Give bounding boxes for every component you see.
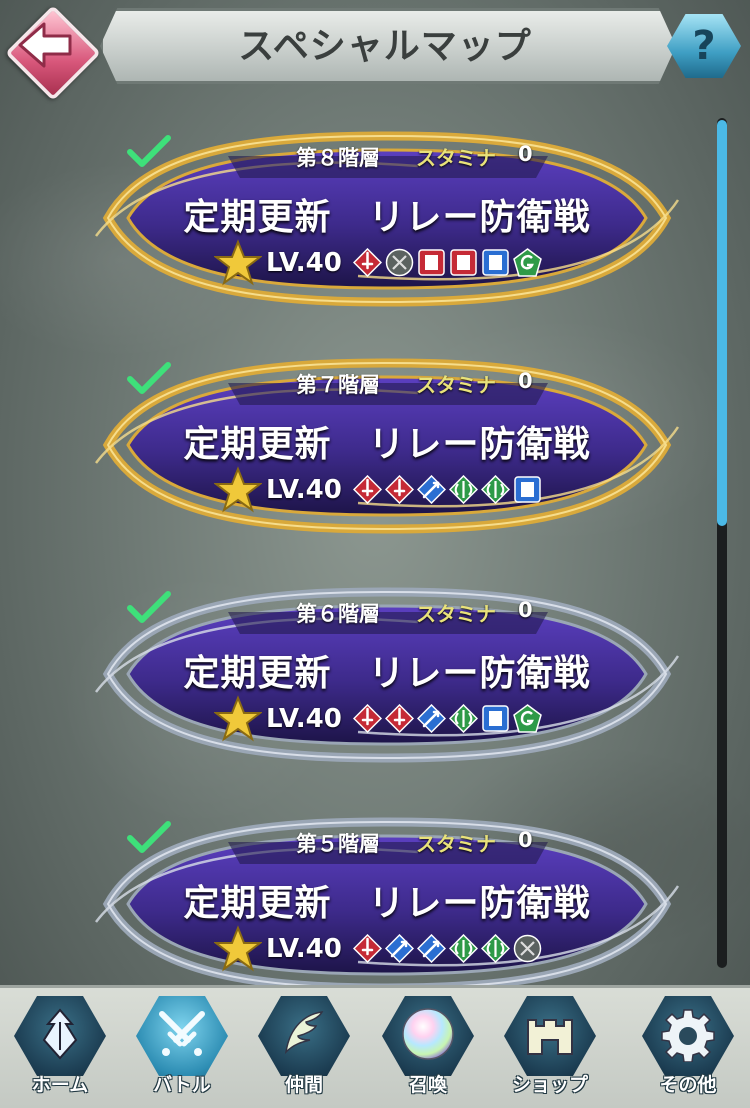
star-icon xyxy=(214,925,262,972)
level-label: LV.40 xyxy=(266,934,342,964)
frame-header-strip xyxy=(228,842,548,864)
wing-icon xyxy=(284,1011,324,1055)
level-label: LV.40 xyxy=(266,248,342,278)
star-icon xyxy=(214,695,262,742)
nav-shop[interactable]: ショップ xyxy=(490,992,610,1102)
star-icon xyxy=(214,466,262,513)
green-axe-icon xyxy=(449,475,478,504)
check-icon xyxy=(127,362,171,394)
frame-header-strip xyxy=(228,612,548,634)
stamina-value: 0 xyxy=(518,828,533,852)
stamina-value: 0 xyxy=(518,369,533,393)
floor-label: 第８階層 xyxy=(296,146,380,170)
green-axe-icon xyxy=(481,934,510,963)
green-dragon-icon xyxy=(513,248,542,277)
blue-lance-icon xyxy=(417,934,446,963)
gear-icon xyxy=(661,1009,715,1062)
red-sword-icon xyxy=(353,475,382,504)
red-sword-icon xyxy=(353,704,382,733)
stamina-label: スタミナ xyxy=(416,602,496,626)
orb-icon xyxy=(402,1008,454,1060)
check-icon xyxy=(127,591,171,623)
green-dragon-icon xyxy=(513,704,542,733)
level-label: LV.40 xyxy=(266,475,342,505)
arrow-left-icon[interactable] xyxy=(14,18,76,72)
floor-label: 第５階層 xyxy=(296,832,380,856)
stage-card[interactable]: 第６階層 スタミナ 0 定期更新 リレー防衛戦 LV.40 xyxy=(88,582,686,767)
nav-home[interactable]: ホーム xyxy=(0,992,120,1102)
red-sword-icon xyxy=(353,248,382,277)
nav-label: ホーム xyxy=(31,1074,89,1096)
blue-tome-icon xyxy=(482,249,509,276)
home-crest-icon xyxy=(42,1008,78,1060)
nav-label: ショップ xyxy=(511,1074,588,1096)
nav-label: その他 xyxy=(659,1074,717,1096)
nav-other[interactable]: その他 xyxy=(628,992,748,1102)
crossed-swords-icon xyxy=(159,1011,205,1056)
stamina-value: 0 xyxy=(518,598,533,622)
scrollbar-thumb[interactable] xyxy=(717,120,727,526)
enemy-unit-icons xyxy=(353,248,542,278)
level-label: LV.40 xyxy=(266,704,342,734)
red-sword-icon xyxy=(353,934,382,963)
green-axe-icon xyxy=(481,475,510,504)
stage-name: 定期更新 リレー防衛戦 xyxy=(183,883,591,924)
nav-summon[interactable]: 召喚 xyxy=(368,992,488,1102)
gray-bow-icon xyxy=(513,934,542,963)
blue-tome-icon xyxy=(514,476,541,503)
stage-card[interactable]: 第７階層 スタミナ 0 定期更新 リレー防衛戦 LV.40 xyxy=(88,353,686,538)
header: スペシャルマップ ? xyxy=(0,0,750,101)
stage-name: 定期更新 リレー防衛戦 xyxy=(183,424,591,465)
nav-label: 召喚 xyxy=(408,1074,447,1096)
nav-allies[interactable]: 仲間 xyxy=(244,992,364,1102)
green-axe-icon xyxy=(449,934,478,963)
frame-header-strip xyxy=(228,156,548,178)
red-sword-icon xyxy=(385,704,414,733)
stamina-label: スタミナ xyxy=(416,832,496,856)
nav-label: 仲間 xyxy=(284,1074,323,1096)
green-axe-icon xyxy=(449,704,478,733)
check-icon xyxy=(127,821,171,853)
red-tome-icon xyxy=(450,249,477,276)
castle-icon xyxy=(527,1019,573,1055)
help-icon[interactable]: ? xyxy=(667,14,741,78)
gray-bow-icon xyxy=(385,248,414,277)
stage-name: 定期更新 リレー防衛戦 xyxy=(183,653,591,694)
red-sword-icon xyxy=(385,475,414,504)
nav-label: バトル xyxy=(153,1074,211,1096)
enemy-unit-icons xyxy=(353,475,542,505)
page-title: スペシャルマップ xyxy=(238,26,532,67)
blue-lance-icon xyxy=(417,475,446,504)
blue-lance-icon xyxy=(385,934,414,963)
enemy-unit-icons xyxy=(353,704,542,734)
stamina-label: スタミナ xyxy=(416,373,496,397)
red-tome-icon xyxy=(418,249,445,276)
star-icon xyxy=(214,239,262,286)
stamina-value: 0 xyxy=(518,142,533,166)
stage-card[interactable]: 第８階層 スタミナ 0 定期更新 リレー防衛戦 LV.40 xyxy=(88,126,686,311)
frame-header-strip xyxy=(228,383,548,405)
stage-name: 定期更新 リレー防衛戦 xyxy=(183,197,591,238)
check-icon xyxy=(127,135,171,167)
enemy-unit-icons xyxy=(353,934,542,964)
floor-label: 第７階層 xyxy=(296,373,380,397)
nav-battle[interactable]: バトル xyxy=(122,992,242,1102)
blue-lance-icon xyxy=(417,704,446,733)
floor-label: 第６階層 xyxy=(296,602,380,626)
stamina-label: スタミナ xyxy=(416,146,496,170)
stage-card[interactable]: 第５階層 スタミナ 0 定期更新 リレー防衛戦 LV.40 xyxy=(88,812,686,997)
blue-tome-icon xyxy=(482,705,509,732)
